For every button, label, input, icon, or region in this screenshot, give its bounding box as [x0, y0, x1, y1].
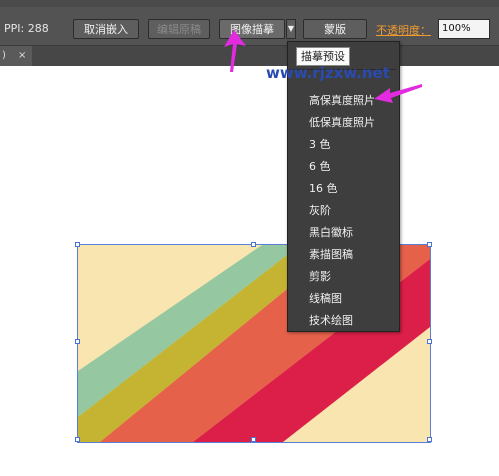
- control-toolbar: PPI: 288 取消嵌入 编辑原稿 图像描摹 ▼ 蒙版 不透明度： 100%: [0, 7, 499, 46]
- menu-item-grayscale[interactable]: 灰阶: [309, 201, 331, 221]
- document-tab[interactable]: ) ×: [0, 46, 32, 66]
- menu-item-low-fidelity-photo[interactable]: 低保真度照片: [309, 113, 375, 133]
- edit-original-button[interactable]: 编辑原稿: [148, 19, 210, 39]
- handle-top-center[interactable]: [251, 242, 256, 247]
- top-strip: [0, 0, 499, 7]
- menu-item-3-colors[interactable]: 3 色: [309, 135, 331, 155]
- site-watermark: www.rjzxw.net: [266, 64, 390, 82]
- tab-title-fragment: ): [2, 50, 6, 61]
- menu-item-technical-drawing[interactable]: 技术绘图: [309, 311, 353, 331]
- opacity-label[interactable]: 不透明度：: [376, 22, 431, 38]
- menu-item-sketched-art[interactable]: 素描图稿: [309, 245, 353, 265]
- image-trace-dropdown-arrow[interactable]: ▼: [286, 19, 296, 39]
- handle-middle-left[interactable]: [75, 339, 80, 344]
- close-icon[interactable]: ×: [18, 46, 26, 66]
- handle-middle-right[interactable]: [427, 339, 432, 344]
- handle-top-left[interactable]: [75, 242, 80, 247]
- annotation-arrow-left: [374, 84, 422, 103]
- menu-item-silhouettes[interactable]: 剪影: [309, 267, 331, 287]
- opacity-input[interactable]: 100%: [438, 19, 490, 39]
- mask-button[interactable]: 蒙版: [303, 19, 367, 39]
- menu-item-black-white-logo[interactable]: 黑白徽标: [309, 223, 353, 243]
- document-tab-bar: ) ×: [0, 46, 499, 66]
- handle-bottom-center[interactable]: [251, 437, 256, 442]
- menu-item-high-fidelity-photo[interactable]: 高保真度照片: [309, 91, 375, 111]
- menu-item-16-colors[interactable]: 16 色: [309, 179, 338, 199]
- annotation-arrow-up: [224, 30, 246, 72]
- ppi-label: PPI: 288: [4, 22, 49, 35]
- handle-top-right[interactable]: [427, 242, 432, 247]
- handle-bottom-left[interactable]: [75, 437, 80, 442]
- cancel-embed-button[interactable]: 取消嵌入: [73, 19, 139, 39]
- handle-bottom-right[interactable]: [427, 437, 432, 442]
- menu-item-6-colors[interactable]: 6 色: [309, 157, 331, 177]
- menu-item-line-art[interactable]: 线稿图: [309, 289, 342, 309]
